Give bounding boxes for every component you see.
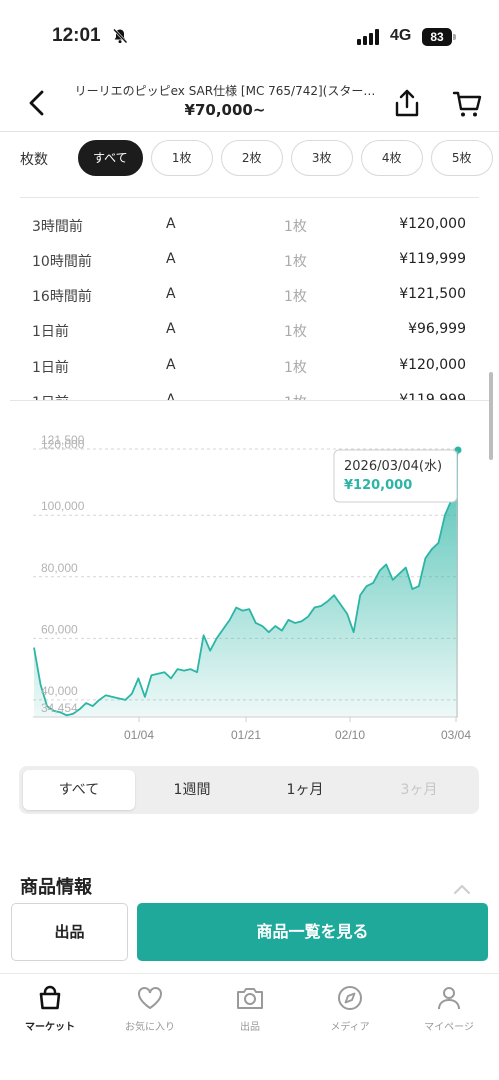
- table-row: 1日前 A 1枚 ¥119,999: [0, 384, 499, 400]
- product-header: リーリエのピッピex SAR仕様 [MC 765/742](スター… ¥70,0…: [0, 76, 499, 132]
- nav-mypage[interactable]: マイページ: [399, 984, 499, 1033]
- nav-sell[interactable]: 出品: [200, 984, 300, 1033]
- row-price: ¥121,500: [399, 286, 466, 302]
- tooltip-box: [333, 449, 458, 503]
- chip-1[interactable]: 1枚: [150, 140, 213, 176]
- back-arrow-icon[interactable]: [24, 88, 50, 118]
- row-time: 10時間前: [32, 254, 92, 270]
- row-grade: A: [166, 216, 176, 232]
- share-icon[interactable]: [393, 88, 421, 118]
- table-row: 1日前 A 1枚 ¥120,000: [0, 349, 499, 385]
- chip-5[interactable]: 5枚: [430, 140, 493, 176]
- filter-chips: すべて 1枚 2枚 3枚 4枚 5枚: [78, 140, 493, 176]
- row-time: 1日前: [32, 392, 69, 400]
- table-row: 16時間前 A 1枚 ¥121,500: [0, 278, 499, 314]
- battery-tip: [453, 34, 456, 40]
- x-tick-label: 02/10: [335, 728, 365, 742]
- x-tick-label: 03/04: [441, 728, 471, 742]
- nav-label: 出品: [240, 1022, 260, 1033]
- product-price: ¥70,000~: [184, 101, 266, 119]
- nav-label: メディア: [330, 1022, 370, 1033]
- row-price: ¥119,999: [399, 251, 466, 267]
- table-row: 10時間前 A 1枚 ¥119,999: [0, 243, 499, 279]
- row-time: 1日前: [32, 324, 69, 340]
- row-grade: A: [166, 392, 176, 400]
- chip-3[interactable]: 3枚: [290, 140, 353, 176]
- row-qty: 1枚: [284, 324, 307, 340]
- product-title: リーリエのピッピex SAR仕様 [MC 765/742](スター…: [74, 84, 376, 98]
- row-price: ¥96,999: [408, 321, 466, 337]
- y-tick-label: 100,000: [41, 499, 85, 513]
- product-info-title: 商品情報: [20, 877, 92, 895]
- tab-3-months: 3ヶ月: [400, 782, 438, 798]
- row-qty: 1枚: [284, 254, 307, 270]
- bell-muted-icon: [112, 28, 128, 48]
- status-bar: 12:01 4G 83: [0, 0, 499, 76]
- status-time: 12:01: [52, 25, 101, 46]
- nav-label: マーケット: [25, 1022, 75, 1033]
- table-row: 1日前 A 1枚 ¥96,999: [0, 313, 499, 349]
- row-qty: 1枚: [284, 392, 307, 400]
- divider: [20, 197, 479, 198]
- chip-2[interactable]: 2枚: [220, 140, 283, 176]
- row-grade: A: [166, 251, 176, 267]
- row-grade: A: [166, 286, 176, 302]
- nav-label: お気に入り: [125, 1022, 175, 1033]
- row-qty: 1枚: [284, 360, 307, 376]
- chevron-up-icon[interactable]: [452, 880, 472, 895]
- row-price: ¥119,999: [399, 392, 466, 400]
- row-price: ¥120,000: [399, 357, 466, 373]
- heart-icon: [138, 987, 162, 1010]
- y-tick-label: 34,454: [41, 701, 78, 715]
- row-time: 16時間前: [32, 289, 92, 305]
- y-tick-label: 120,000: [41, 438, 85, 452]
- x-tick-label: 01/04: [124, 728, 154, 742]
- divider: [10, 400, 489, 401]
- bottom-nav: マーケット お気に入り 出品 メディア マイページ: [0, 973, 499, 1080]
- tab-1-month[interactable]: 1ヶ月: [249, 770, 361, 810]
- table-row: 3時間前 A 1枚 ¥120,000: [0, 208, 499, 244]
- signal-icon: [357, 29, 383, 49]
- tab-1-week[interactable]: 1週間: [136, 770, 248, 810]
- price-chart-svg: 121,500120,000100,00080,00060,00040,0003…: [33, 433, 471, 742]
- quantity-filter: 枚数 すべて 1枚 2枚 3枚 4枚 5枚: [0, 137, 499, 181]
- filter-label: 枚数: [20, 152, 48, 168]
- sell-button[interactable]: 出品: [11, 903, 128, 961]
- chip-all[interactable]: すべて: [78, 140, 143, 176]
- chip-4[interactable]: 4枚: [360, 140, 423, 176]
- row-grade: A: [166, 321, 176, 337]
- network-type: 4G: [390, 27, 412, 44]
- row-time: 1日前: [32, 360, 69, 376]
- camera-icon: [237, 988, 263, 1009]
- battery-icon: 83: [422, 28, 452, 46]
- y-tick-label: 40,000: [41, 684, 78, 698]
- price-chart: 121,500 120,000 100,000 80,000 60,000 40,000 3…: [0, 415, 499, 745]
- row-grade: A: [166, 357, 176, 373]
- nav-favorites[interactable]: お気に入り: [100, 984, 200, 1033]
- tab-all[interactable]: すべて: [23, 770, 135, 810]
- row-qty: 1枚: [284, 289, 307, 305]
- nav-market[interactable]: マーケット: [0, 984, 100, 1033]
- nav-label: マイページ: [424, 1022, 474, 1033]
- tooltip-value: ¥120,000: [344, 478, 412, 493]
- cart-icon[interactable]: [452, 90, 482, 118]
- row-qty: 1枚: [284, 219, 307, 235]
- nav-media[interactable]: メディア: [300, 984, 400, 1033]
- view-listings-button[interactable]: 商品一覧を見る: [137, 903, 488, 961]
- period-tabs: すべて 1週間 1ヶ月 3ヶ月: [19, 766, 479, 814]
- x-tick-label: 01/21: [231, 728, 261, 742]
- person-icon: [438, 987, 460, 1010]
- y-tick-label: 60,000: [41, 622, 78, 636]
- row-price: ¥120,000: [399, 216, 466, 232]
- bag-icon: [39, 985, 61, 1010]
- y-tick-label: 80,000: [41, 561, 78, 575]
- tooltip-date: 2026/03/04(水): [344, 459, 442, 474]
- row-time: 3時間前: [32, 219, 83, 235]
- compass-icon: [338, 986, 362, 1010]
- sales-history-table: 3時間前 A 1枚 ¥120,000 10時間前 A 1枚 ¥119,999 1…: [0, 208, 499, 400]
